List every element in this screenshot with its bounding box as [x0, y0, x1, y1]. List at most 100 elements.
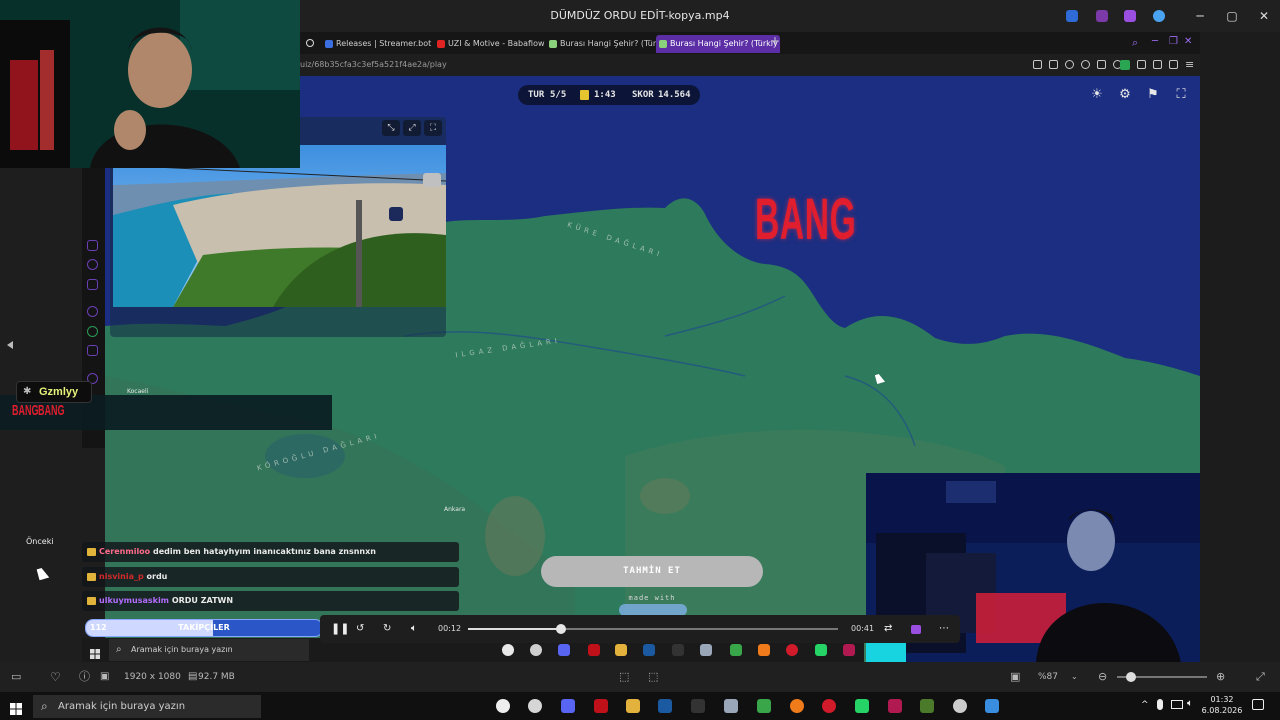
- obs-icon[interactable]: [953, 699, 967, 713]
- tab-geo-game[interactable]: Burası Hangi Şehir? (Türkiy: [546, 35, 664, 53]
- favorite-icon[interactable]: ♡: [50, 662, 61, 692]
- steelseries-icon[interactable]: [502, 644, 514, 656]
- photos-icon[interactable]: [985, 699, 999, 713]
- app-icon[interactable]: [790, 699, 804, 713]
- discord-icon[interactable]: [558, 644, 570, 656]
- settings-icon[interactable]: [87, 306, 98, 317]
- nvidia-icon[interactable]: [757, 699, 771, 713]
- minimize-button[interactable]: ─: [1184, 0, 1216, 32]
- no-repeat-icon[interactable]: ⇄: [884, 615, 892, 643]
- tiktok-icon[interactable]: [87, 345, 98, 356]
- download-icon[interactable]: [1169, 60, 1178, 69]
- flag-icon[interactable]: ⚑: [1143, 86, 1163, 104]
- zoom-handle[interactable]: [1125, 672, 1136, 682]
- previous-arrow-icon[interactable]: [7, 341, 13, 349]
- play-icon[interactable]: [1097, 60, 1106, 69]
- folder-icon[interactable]: [626, 699, 640, 713]
- zoom-in-icon[interactable]: ⊕: [1216, 662, 1225, 692]
- search-tabs-icon[interactable]: ⌕: [1132, 36, 1138, 50]
- more-options-icon[interactable]: ⋯: [939, 615, 949, 643]
- browser-restore-button[interactable]: ❐: [1169, 36, 1178, 47]
- tab-youtube[interactable]: UZI & Motive - Babafiow: [434, 35, 554, 53]
- app-icon[interactable]: [888, 699, 902, 713]
- whatsapp-icon[interactable]: [855, 699, 869, 713]
- new-tab-button[interactable]: +: [770, 34, 780, 48]
- sidebar-icon[interactable]: [87, 240, 98, 251]
- epic-games-icon[interactable]: [691, 699, 705, 713]
- steam-icon[interactable]: [643, 644, 655, 656]
- system-clock[interactable]: 01:32 6.08.2026: [1200, 694, 1244, 716]
- guess-button[interactable]: TAHMİN ET: [541, 556, 763, 587]
- windows-start-icon[interactable]: [90, 644, 100, 659]
- rewind-icon[interactable]: ↺: [356, 615, 364, 643]
- app-icon[interactable]: [843, 644, 855, 656]
- tab-streamerbot[interactable]: Releases | Streamer.bot: [322, 35, 440, 53]
- seek-bar[interactable]: [468, 624, 838, 634]
- taskbar-search[interactable]: ⌕ Aramak için buraya yazın: [33, 695, 261, 718]
- volume-icon[interactable]: 🔈︎: [411, 615, 417, 643]
- folder-icon[interactable]: [615, 644, 627, 656]
- forward-icon[interactable]: ↻: [383, 615, 391, 643]
- network-icon[interactable]: [1171, 700, 1183, 709]
- refresh-icon[interactable]: [87, 259, 98, 270]
- info-panel-icon[interactable]: ▭: [11, 662, 21, 692]
- windows-start-icon[interactable]: [10, 700, 22, 715]
- app-icon[interactable]: [1096, 10, 1108, 22]
- nvidia-icon[interactable]: [730, 644, 742, 656]
- brightness-icon[interactable]: ☀: [1087, 86, 1107, 104]
- zoom-level[interactable]: %87: [1038, 662, 1058, 692]
- close-button[interactable]: ✕: [1248, 0, 1280, 32]
- browser-minimize-button[interactable]: ─: [1152, 36, 1158, 47]
- opera-icon[interactable]: [786, 644, 798, 656]
- expand-icon[interactable]: ⤢: [1256, 662, 1265, 692]
- zoom-out-icon[interactable]: ⊖: [1098, 662, 1107, 692]
- netflix-icon[interactable]: [588, 644, 600, 656]
- maximize-button[interactable]: ▢: [1216, 0, 1248, 32]
- settings-icon[interactable]: [528, 699, 542, 713]
- menu-icon[interactable]: ≡: [1185, 58, 1194, 71]
- whatsapp-icon[interactable]: [815, 644, 827, 656]
- browser-close-button[interactable]: ✕: [1184, 36, 1192, 47]
- settings-gear-icon[interactable]: ⚙: [1115, 86, 1135, 104]
- chevron-down-icon[interactable]: ⌄: [1071, 662, 1078, 692]
- cloud-icon[interactable]: [1153, 10, 1165, 22]
- vpn-icon[interactable]: [1081, 60, 1090, 69]
- extension-icon[interactable]: [1153, 60, 1162, 69]
- fit-icon[interactable]: ⬚: [648, 662, 658, 692]
- zoom-slider[interactable]: [1117, 672, 1207, 682]
- microphone-icon[interactable]: [1157, 699, 1163, 710]
- browser-address-bar[interactable]: uiz/68b35cfa3c3ef5a521f4ae2a/play ≡: [300, 54, 1200, 76]
- tab-geo-game-active[interactable]: Burası Hangi Şehir? (Türkiy: [656, 35, 780, 53]
- volume-icon[interactable]: 🔈︎: [1187, 698, 1193, 709]
- screenshot-icon[interactable]: ▣: [1010, 662, 1020, 692]
- seek-handle[interactable]: [555, 624, 566, 634]
- steelseries-icon[interactable]: [496, 699, 510, 713]
- shield-icon[interactable]: [1065, 60, 1074, 69]
- extension-icon[interactable]: [1137, 60, 1146, 69]
- app-icon[interactable]: [1066, 10, 1078, 22]
- netflix-icon[interactable]: [594, 699, 608, 713]
- expand-icon[interactable]: ⤢: [403, 120, 421, 136]
- info-icon[interactable]: ⓘ: [79, 662, 90, 692]
- profile-icon[interactable]: [306, 39, 314, 47]
- steam-icon[interactable]: [658, 699, 672, 713]
- whatsapp-icon[interactable]: [87, 326, 98, 337]
- shrink-icon[interactable]: ⤡: [382, 120, 400, 136]
- notification-icon[interactable]: [1252, 699, 1264, 710]
- screenshot-icon[interactable]: [1049, 60, 1058, 69]
- opera-icon[interactable]: [822, 699, 836, 713]
- app-icon[interactable]: [1124, 10, 1136, 22]
- bookmark-icon[interactable]: [1033, 60, 1042, 69]
- fullscreen-photo-icon[interactable]: ⛶: [424, 120, 442, 136]
- epic-games-icon[interactable]: [672, 644, 684, 656]
- recorded-taskbar-search[interactable]: ⌕ Aramak için buraya yazın: [109, 639, 309, 661]
- fullscreen-icon[interactable]: ⛶: [1171, 86, 1191, 104]
- clipchamp-icon[interactable]: [911, 625, 921, 634]
- pause-button[interactable]: ❚❚: [331, 615, 349, 643]
- crop-icon[interactable]: ⬚: [619, 662, 629, 692]
- settings-icon[interactable]: [530, 644, 542, 656]
- discord-icon[interactable]: [561, 699, 575, 713]
- extension-icon[interactable]: [1120, 60, 1130, 70]
- app-icon[interactable]: [724, 699, 738, 713]
- sidebar-icon[interactable]: [87, 279, 98, 290]
